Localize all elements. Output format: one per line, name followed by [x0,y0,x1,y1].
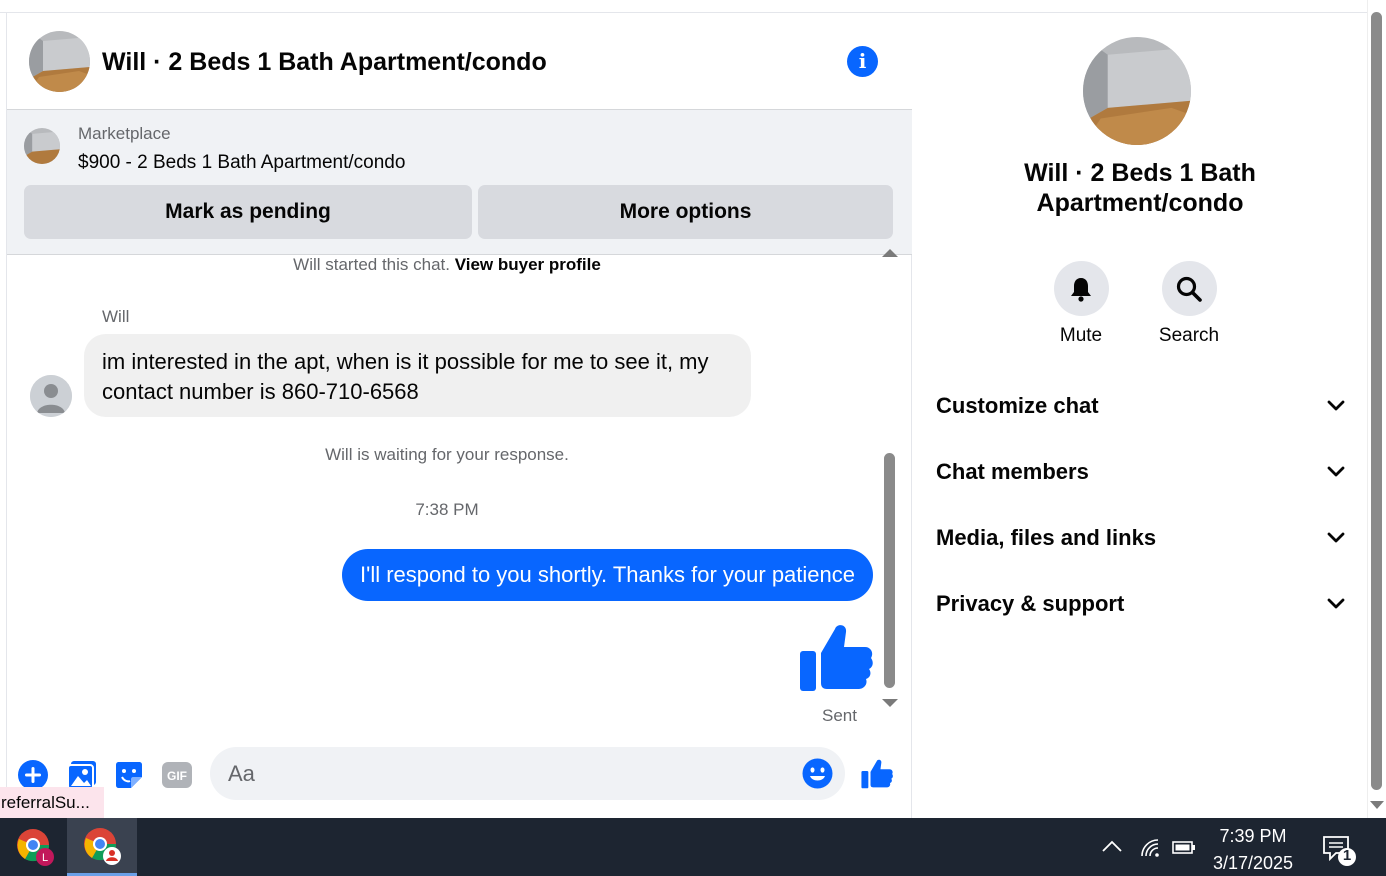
section-label: Privacy & support [936,591,1125,616]
listing-title[interactable]: $900 - 2 Beds 1 Bath Apartment/condo [78,152,405,174]
chevron-down-icon [1327,400,1345,411]
page: Will · 2 Beds 1 Bath Apartment/condo i M… [0,0,1386,876]
room-photo-icon [1083,37,1191,145]
taskbar-chrome-active[interactable] [67,818,137,876]
chat-scrollbar-thumb[interactable] [884,453,895,688]
mark-as-pending-button[interactable]: Mark as pending [24,185,472,239]
notification-center-button[interactable]: 1 [1322,834,1358,866]
marketplace-label: Marketplace [78,124,171,143]
mute-label: Mute [1059,325,1103,346]
chevron-down-icon [1327,532,1345,543]
mute-button[interactable]: Mute [1041,261,1121,347]
sticker-icon[interactable] [113,759,145,791]
section-label: Chat members [936,459,1089,484]
room-photo-icon [24,128,60,164]
details-title-text: Will · 2 Beds 1 Bath Apartment/condo [1024,159,1256,217]
media-files-links-section[interactable]: Media, files and links [936,518,1346,558]
wifi-icon[interactable] [1138,836,1162,858]
clock-time: 7:39 PM [1219,826,1287,846]
profile-badge-letter: L [42,852,48,864]
mute-circle [1053,261,1109,316]
emoji-icon[interactable] [802,758,833,789]
notification-count: 1 [1342,847,1352,864]
page-scrollbar[interactable] [1367,0,1386,818]
details-avatar[interactable] [1083,37,1191,145]
taskbar: L 7:39 PM 3/17/2025 1 [0,818,1386,876]
thumbs-up-sticker-icon[interactable] [799,621,873,695]
search-circle [1161,261,1217,316]
page-scrollbar-thumb[interactable] [1371,12,1382,790]
default-user-icon [30,375,72,417]
send-like-icon[interactable] [861,758,893,790]
section-label: Media, files and links [936,525,1157,550]
taskbar-chrome-profile-l[interactable]: L [0,818,70,876]
search-icon [1176,276,1202,302]
chrome-icon: L [17,829,54,866]
chevron-down-icon [1327,598,1345,609]
system-clock[interactable]: 7:39 PM 3/17/2025 [1198,823,1308,876]
chat-started-notice: Will started this chat. View buyer profi… [7,255,887,275]
waiting-notice: Will is waiting for your response. [325,445,569,464]
listing-avatar[interactable] [29,31,90,92]
info-button[interactable]: i [847,46,878,77]
chat-title[interactable]: Will · 2 Beds 1 Bath Apartment/condo [102,48,547,77]
sent-status: Sent [822,706,857,725]
message-list: Will started this chat. View buyer profi… [7,255,912,735]
info-icon: i [858,49,867,73]
marketplace-banner: Marketplace $900 - 2 Beds 1 Bath Apartme… [7,110,912,255]
top-strip [0,0,1386,13]
page-scroll-down-arrow[interactable] [1370,801,1384,809]
clock-date: 3/17/2025 [1212,853,1294,873]
listing-thumbnail[interactable] [24,128,60,164]
customize-chat-section[interactable]: Customize chat [936,386,1346,426]
chat-members-section[interactable]: Chat members [936,452,1346,492]
incoming-message[interactable]: im interested in the apt, when is it pos… [84,334,751,417]
chat-panel: Will · 2 Beds 1 Bath Apartment/condo i M… [7,13,912,818]
search-button[interactable]: Search [1149,261,1229,347]
bell-icon [1071,277,1091,302]
url-tooltip: referralSu... [0,787,104,818]
message-timestamp: 7:38 PM [415,500,479,519]
message-input[interactable] [210,747,845,800]
left-edge [0,13,7,818]
section-label: Customize chat [936,393,1099,418]
search-label: Search [1158,325,1220,346]
chat-scroll-down-arrow[interactable] [882,699,898,707]
chevron-down-icon [1327,466,1345,477]
details-title: Will · 2 Beds 1 Bath Apartment/condo [913,158,1367,218]
svg-text:GIF: GIF [167,769,187,783]
gif-icon[interactable]: GIF [161,759,193,791]
chat-started-text: Will started this chat. [293,255,450,274]
chat-scroll-up-arrow[interactable] [882,249,898,257]
outgoing-message[interactable]: I'll respond to you shortly. Thanks for … [342,549,873,601]
more-options-button[interactable]: More options [478,185,893,239]
conversation-details-panel: Will · 2 Beds 1 Bath Apartment/condo Mut… [913,13,1367,818]
chevron-up-icon[interactable] [1100,836,1124,858]
view-buyer-profile-link[interactable]: View buyer profile [455,255,601,274]
sender-name: Will [102,307,130,326]
chat-header: Will · 2 Beds 1 Bath Apartment/condo i [7,13,912,110]
privacy-support-section[interactable]: Privacy & support [936,584,1346,624]
battery-icon[interactable] [1172,836,1196,858]
sender-avatar[interactable] [30,375,72,417]
room-photo-icon [29,31,90,92]
chrome-icon [84,827,121,865]
composer: GIF [7,735,912,818]
